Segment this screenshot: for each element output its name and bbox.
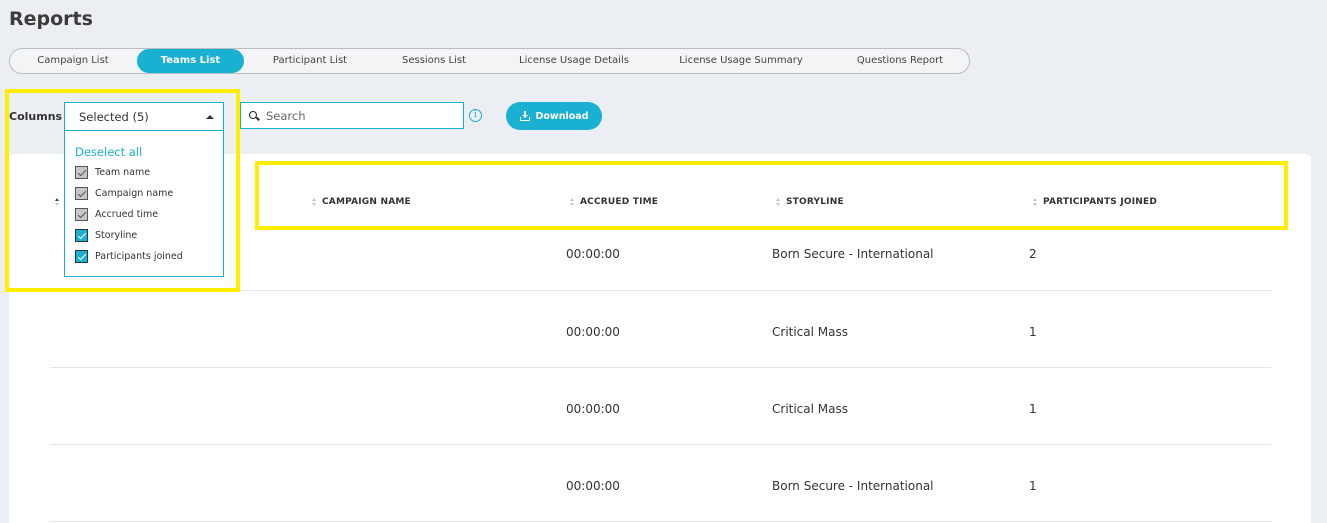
download-button[interactable]: Download (506, 102, 602, 130)
highlight-box-columns (5, 89, 240, 292)
cell-participants-joined: 1 (1029, 479, 1037, 493)
cell-storyline: Born Secure - International (772, 247, 934, 261)
cell-accrued-time: 00:00:00 (566, 247, 620, 261)
download-icon (519, 111, 530, 121)
row-divider (50, 367, 1271, 368)
cell-storyline: Critical Mass (772, 402, 848, 416)
tab-license-usage-details[interactable]: License Usage Details (504, 49, 644, 73)
info-icon[interactable]: i (469, 109, 482, 122)
search-field[interactable] (240, 102, 464, 129)
row-divider (50, 444, 1271, 445)
cell-storyline: Critical Mass (772, 325, 848, 339)
report-tabs: Campaign List Teams List Participant Lis… (9, 48, 970, 74)
search-icon (249, 111, 257, 119)
cell-accrued-time: 00:00:00 (566, 479, 620, 493)
highlight-box-headers (255, 161, 1288, 230)
cell-accrued-time: 00:00:00 (566, 402, 620, 416)
cell-participants-joined: 1 (1029, 325, 1037, 339)
tab-teams-list[interactable]: Teams List (137, 49, 244, 73)
tab-questions-report[interactable]: Questions Report (840, 49, 960, 73)
cell-accrued-time: 00:00:00 (566, 325, 620, 339)
tab-sessions-list[interactable]: Sessions List (380, 49, 488, 73)
cell-participants-joined: 2 (1029, 247, 1037, 261)
page-title: Reports (9, 8, 93, 30)
download-label: Download (535, 110, 589, 122)
row-divider (50, 521, 1271, 522)
cell-participants-joined: 1 (1029, 402, 1037, 416)
tab-license-usage-summary[interactable]: License Usage Summary (666, 49, 816, 73)
tab-campaign-list[interactable]: Campaign List (11, 49, 135, 73)
cell-storyline: Born Secure - International (772, 479, 934, 493)
search-input[interactable] (266, 108, 456, 124)
tab-participant-list[interactable]: Participant List (254, 49, 366, 73)
